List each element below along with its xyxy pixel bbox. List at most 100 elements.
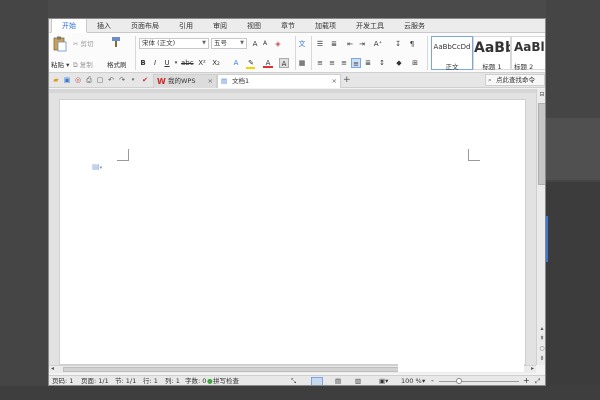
status-spell-check[interactable]: 拼写检查 (213, 376, 239, 385)
scroll-left-icon[interactable]: ◂ (51, 365, 54, 372)
status-line[interactable]: 行: 1 (143, 376, 158, 385)
char-border-icon[interactable]: ▦ (297, 58, 307, 68)
undo-icon[interactable]: ↶ (107, 76, 115, 84)
ruler-toggle-icon[interactable]: ⊟ (538, 91, 545, 99)
paste-options-icon[interactable]: ▤▾ (92, 162, 102, 171)
tab-my-wps[interactable]: W 我的WPS × (153, 74, 217, 88)
tab-cloud-services[interactable]: 云服务 (394, 19, 435, 33)
web-view-icon[interactable]: ▣▾ (379, 376, 388, 385)
align-left-icon[interactable]: ≡ (315, 58, 325, 68)
zoom-slider-thumb[interactable] (456, 378, 462, 384)
zoom-level-text[interactable]: 100 % (401, 376, 422, 385)
cut-button[interactable]: ✂ 剪切 (73, 38, 94, 48)
shading-icon[interactable]: ◆ (393, 58, 405, 68)
tab-developer[interactable]: 开发工具 (346, 19, 394, 33)
close-icon[interactable]: × (332, 75, 337, 88)
strikethrough-icon[interactable]: abc (181, 58, 194, 68)
tab-page-layout[interactable]: 页面布局 (121, 19, 169, 33)
select-browse-object-icon[interactable]: ○ (538, 345, 545, 353)
next-page-icon[interactable]: ⇟ (538, 355, 545, 363)
highlight-icon[interactable]: ✎ (245, 58, 257, 69)
style-heading-2[interactable]: AaBl 标题 2 (511, 36, 545, 71)
print-icon[interactable]: ⎙ (85, 76, 93, 84)
document-icon: ▤ (221, 77, 228, 85)
text-effect-icon[interactable]: A (231, 58, 241, 68)
print-preview-icon[interactable]: ▢ (96, 76, 104, 84)
font-size-select[interactable]: 五号 ▼ (211, 38, 247, 49)
clear-format-icon[interactable]: ◈ (273, 39, 283, 49)
status-word-count[interactable]: 字数: 0 (185, 376, 206, 385)
chevron-down-icon[interactable]: ▾ (422, 376, 425, 385)
increase-indent-icon[interactable]: ⇥ (357, 39, 367, 49)
scroll-up-icon[interactable]: ▴ (538, 325, 545, 333)
format-painter-button[interactable]: 格式刷 (107, 59, 127, 69)
italic-icon[interactable]: I (151, 58, 159, 68)
tab-addins[interactable]: 加载项 (305, 19, 346, 33)
chinese-layout-icon[interactable]: A⁺ (373, 39, 383, 49)
underline-icon[interactable]: U (163, 58, 171, 68)
new-tab-button[interactable]: + (343, 73, 351, 87)
chevron-down-icon[interactable]: ▾ (129, 76, 137, 84)
status-pages[interactable]: 页面: 1/1 (81, 376, 109, 385)
distributed-align-icon[interactable]: ≣ (363, 58, 373, 68)
numbered-list-icon[interactable]: ≣ (329, 39, 339, 49)
line-spacing-icon[interactable]: ↕ (377, 58, 387, 68)
decrease-indent-icon[interactable]: ⇤ (345, 39, 355, 49)
tab-document-1[interactable]: ▤ 文档1 × (217, 74, 341, 88)
format-painter-icon[interactable] (111, 36, 121, 48)
align-center-icon[interactable]: ≡ (327, 58, 337, 68)
borders-icon[interactable]: ⊞ (409, 58, 421, 68)
shrink-font-icon[interactable]: A (261, 39, 269, 49)
font-name-select[interactable]: 宋体 (正文) ▼ (139, 38, 209, 49)
zoom-out-button[interactable]: - (431, 375, 434, 385)
page-view-icon[interactable] (311, 377, 323, 385)
font-color-icon[interactable]: A (263, 58, 273, 68)
tab-view[interactable]: 视图 (237, 19, 271, 33)
status-column[interactable]: 列: 1 (165, 376, 180, 385)
export-pdf-icon[interactable]: ◎ (74, 76, 82, 84)
paste-icon[interactable] (53, 36, 67, 52)
align-right-icon[interactable]: ≡ (339, 58, 349, 68)
open-folder-icon[interactable]: ▰ (52, 76, 60, 84)
status-page-code[interactable]: 页码: 1 (52, 376, 73, 385)
tab-insert[interactable]: 插入 (87, 19, 121, 33)
customize-toolbar-icon[interactable]: ✔ (141, 76, 149, 84)
bold-icon[interactable]: B (139, 58, 147, 68)
scroll-right-icon[interactable]: ▸ (531, 365, 534, 372)
full-screen-icon[interactable]: ⤡ (291, 376, 296, 385)
close-icon[interactable]: × (208, 75, 213, 88)
tab-review[interactable]: 审阅 (203, 19, 237, 33)
grow-font-icon[interactable]: A (251, 39, 259, 49)
reading-view-icon[interactable]: ▥ (355, 376, 361, 385)
char-shading-icon[interactable]: A (279, 58, 289, 68)
tab-references[interactable]: 引用 (169, 19, 203, 33)
redo-icon[interactable]: ↷ (118, 76, 126, 84)
vertical-scrollbar[interactable]: ⊟ ▴ ⇞ ○ ⇟ (536, 89, 545, 365)
bullet-list-icon[interactable]: ☰ (315, 39, 325, 49)
tab-section[interactable]: 章节 (271, 19, 305, 33)
show-marks-icon[interactable]: ¶ (407, 39, 417, 49)
phonetic-guide-icon[interactable]: 文 (297, 39, 307, 49)
status-section[interactable]: 节: 1/1 (115, 376, 136, 385)
chevron-down-icon[interactable]: ▾ (173, 58, 179, 68)
subscript-icon[interactable]: X₂ (211, 58, 221, 68)
paste-button[interactable]: 粘贴 ▾ (51, 59, 69, 69)
outline-view-icon[interactable]: ▤ (335, 376, 341, 385)
style-heading-1[interactable]: AaBb 标题 1 (473, 36, 511, 71)
copy-label: 复制 (79, 61, 93, 69)
command-search-input[interactable]: ⌕ 点此查找命令 (485, 74, 545, 86)
style-normal[interactable]: AaBbCcDd 正文 (431, 36, 473, 71)
background-bottom (0, 386, 600, 400)
copy-button[interactable]: ⧉ 复制 (73, 59, 93, 70)
save-icon[interactable]: ▣ (63, 76, 71, 84)
previous-page-icon[interactable]: ⇞ (538, 335, 545, 343)
vertical-scroll-thumb[interactable] (538, 103, 545, 185)
justify-icon[interactable]: ≡ (351, 58, 361, 68)
tab-home[interactable]: 开始 (51, 19, 87, 33)
fit-window-icon[interactable]: ⤢ (535, 376, 540, 385)
sort-icon[interactable]: ↧ (393, 39, 403, 49)
zoom-slider-track[interactable] (439, 381, 519, 382)
superscript-icon[interactable]: X² (197, 58, 207, 68)
zoom-in-button[interactable]: + (523, 375, 530, 385)
margin-corner-mark (117, 149, 129, 161)
